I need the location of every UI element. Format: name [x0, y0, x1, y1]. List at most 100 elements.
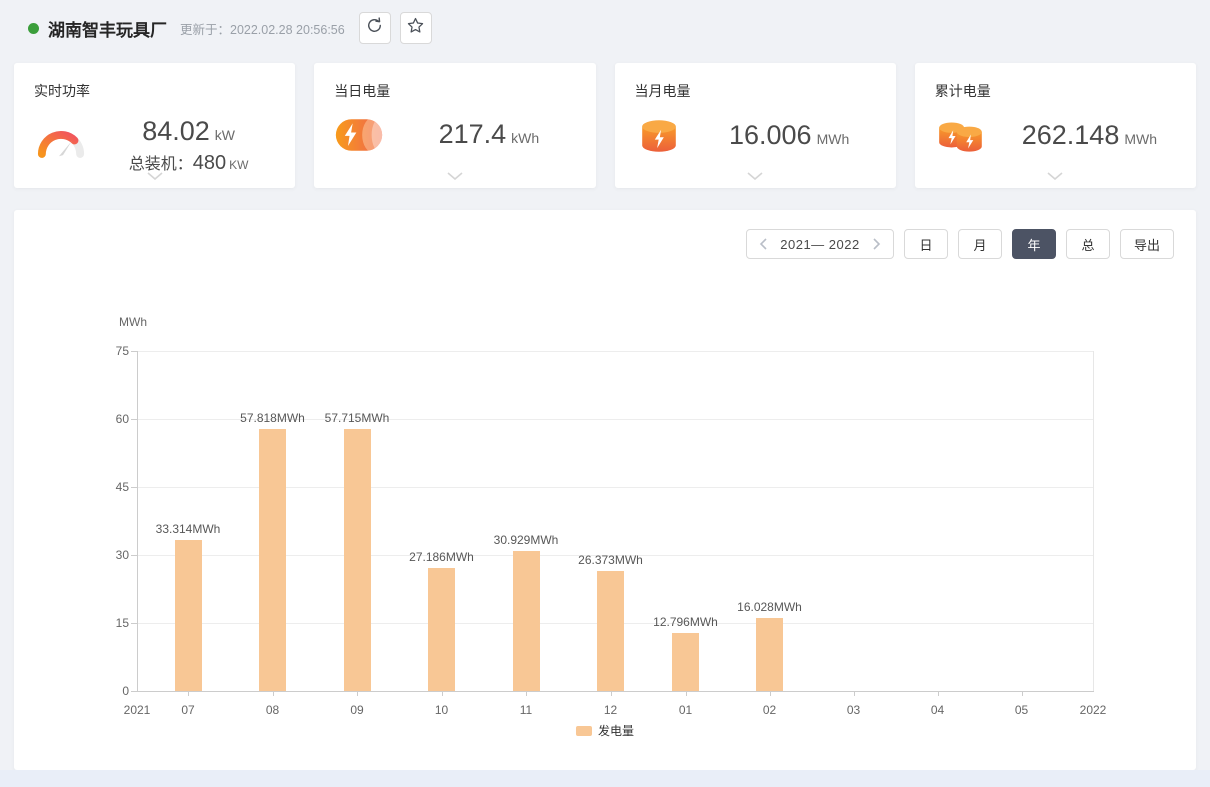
x-tick-mark [357, 692, 358, 696]
generation-bar[interactable] [175, 540, 202, 691]
view-button-total[interactable]: 总 [1066, 229, 1110, 259]
y-axis-line [137, 351, 138, 691]
generation-bar[interactable] [672, 633, 699, 691]
generation-bar[interactable] [597, 571, 624, 691]
card-daily-energy: 当日电量 [314, 63, 595, 188]
y-tick-label: 30 [87, 548, 129, 562]
x-tick-mark [854, 692, 855, 696]
x-tick-mark [188, 692, 189, 696]
monthly-energy-icon [635, 115, 697, 157]
x-tick-label: 05 [1015, 703, 1028, 717]
view-button-month[interactable]: 月 [958, 229, 1002, 259]
x-tick-label: 2021 [124, 703, 151, 717]
site-title: 湖南智丰玩具厂 [48, 16, 167, 41]
legend-series-label: 发电量 [598, 722, 634, 739]
refresh-icon [365, 16, 384, 40]
bar-value-label: 26.373MWh [578, 553, 643, 567]
installed-capacity-unit: KW [229, 158, 248, 172]
x-tick-label: 08 [266, 703, 279, 717]
x-tick-label: 2022 [1080, 703, 1107, 717]
online-status-dot [28, 23, 39, 34]
daily-energy-value: 217.4 [439, 119, 507, 149]
stat-cards-row: 实时功率 84.0 [14, 63, 1196, 188]
plot-right-border [1093, 351, 1094, 691]
view-button-day[interactable]: 日 [904, 229, 948, 259]
legend-swatch [576, 726, 592, 736]
refresh-button[interactable] [359, 12, 391, 44]
y-tick-label: 60 [87, 412, 129, 426]
chart-toolbar: 2021— 2022 日 月 年 总 导出 [746, 229, 1174, 259]
daily-energy-unit: kWh [511, 130, 539, 146]
prev-range-chevron-left-icon[interactable] [759, 238, 768, 250]
star-icon [406, 16, 425, 40]
monthly-energy-value: 16.006 [729, 120, 812, 150]
bottom-strip [0, 770, 1210, 787]
x-tick-label: 12 [604, 703, 617, 717]
bar-value-label: 57.715MWh [325, 411, 390, 425]
y-tick-label: 45 [87, 480, 129, 494]
generation-chart-card: 2021— 2022 日 月 年 总 导出 MWh 0 15 30 45 60 75 202… [14, 210, 1196, 770]
cumulative-energy-unit: MWh [1124, 131, 1157, 147]
chart-legend[interactable]: 发电量 [576, 722, 634, 739]
card-realtime-power: 实时功率 84.0 [14, 63, 295, 188]
card-monthly-energy: 当月电量 16.006 MWh [615, 63, 896, 188]
x-tick-label: 02 [763, 703, 776, 717]
expand-chevron-down-icon[interactable] [447, 167, 463, 185]
x-axis-line [137, 691, 1094, 692]
x-tick-mark [770, 692, 771, 696]
x-tick-label: 10 [435, 703, 448, 717]
card-label: 累计电量 [935, 81, 1182, 101]
date-range-picker[interactable]: 2021— 2022 [746, 229, 894, 259]
y-tick-label: 75 [87, 344, 129, 358]
card-label: 当日电量 [334, 81, 581, 101]
header-bar: 湖南智丰玩具厂 更新于：2022.02.28 20:56:56 [0, 0, 1210, 56]
favorite-button[interactable] [400, 12, 432, 44]
cumulative-energy-icon [935, 115, 997, 157]
x-tick-mark [273, 692, 274, 696]
x-tick-mark [442, 692, 443, 696]
x-tick-label: 09 [350, 703, 363, 717]
updated-timestamp: 更新于：2022.02.28 20:56:56 [180, 19, 345, 38]
view-button-year[interactable]: 年 [1012, 229, 1056, 259]
generation-bar[interactable] [756, 618, 783, 691]
expand-chevron-down-icon[interactable] [747, 167, 763, 185]
x-tick-mark [938, 692, 939, 696]
y-axis-unit-label: MWh [119, 315, 147, 329]
expand-chevron-down-icon[interactable] [1047, 167, 1063, 185]
card-label: 实时功率 [34, 81, 281, 101]
realtime-power-unit: kW [215, 127, 235, 143]
card-label: 当月电量 [635, 81, 882, 101]
daily-energy-icon [334, 115, 396, 155]
y-tick-label: 15 [87, 616, 129, 630]
bar-value-label: 33.314MWh [156, 522, 221, 536]
monthly-energy-unit: MWh [817, 131, 850, 147]
date-range-text: 2021— 2022 [780, 237, 859, 252]
export-button[interactable]: 导出 [1120, 229, 1174, 259]
bar-value-label: 12.796MWh [653, 615, 718, 629]
power-gauge-icon [34, 122, 96, 168]
cumulative-energy-value: 262.148 [1022, 120, 1120, 150]
y-tick-label: 0 [87, 684, 129, 698]
realtime-power-value: 84.02 [142, 116, 210, 146]
x-tick-label: 07 [181, 703, 194, 717]
bar-value-label: 16.028MWh [737, 600, 802, 614]
x-tick-mark [1022, 692, 1023, 696]
generation-bar[interactable] [428, 568, 455, 691]
x-tick-mark [686, 692, 687, 696]
x-tick-label: 01 [679, 703, 692, 717]
bar-chart: MWh 0 15 30 45 60 75 2021 07 08 09 10 11 12 01 02 03 04 0… [14, 210, 1196, 770]
dashboard-page: 湖南智丰玩具厂 更新于：2022.02.28 20:56:56 实时功率 [0, 0, 1210, 787]
bar-value-label: 27.186MWh [409, 550, 474, 564]
x-tick-mark [526, 692, 527, 696]
generation-bar[interactable] [259, 429, 286, 691]
x-tick-mark [611, 692, 612, 696]
x-tick-label: 11 [520, 703, 532, 717]
x-tick-label: 04 [931, 703, 944, 717]
generation-bar[interactable] [513, 551, 540, 691]
generation-bar[interactable] [344, 429, 371, 691]
expand-chevron-down-icon[interactable] [147, 167, 163, 185]
next-range-chevron-right-icon[interactable] [872, 238, 881, 250]
bar-value-label: 30.929MWh [494, 533, 559, 547]
x-tick-label: 03 [847, 703, 860, 717]
y-gridline [137, 351, 1093, 352]
